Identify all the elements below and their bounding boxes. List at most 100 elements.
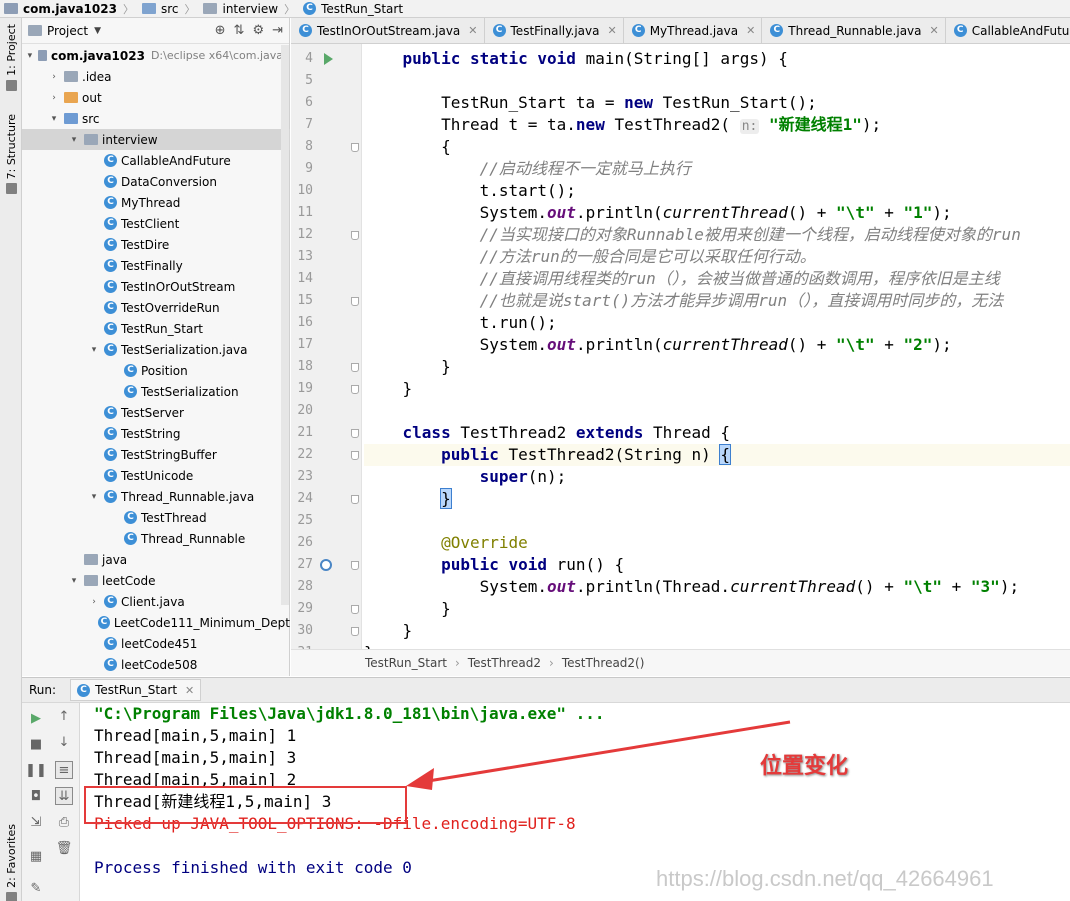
close-icon[interactable]: ✕ (746, 24, 755, 37)
fold-marker-icon[interactable] (351, 627, 359, 636)
tree-item[interactable]: C Thread_Runnable (22, 528, 290, 549)
close-icon[interactable]: ✕ (185, 684, 194, 697)
fold-marker-icon[interactable] (351, 605, 359, 614)
breadcrumb-package[interactable]: interview 〉 (199, 0, 299, 18)
fold-marker-icon[interactable] (351, 429, 359, 438)
chevron-down-icon[interactable]: ▾ (68, 576, 80, 586)
tree-item[interactable]: C CallableAndFuture (22, 150, 290, 171)
editor-tab[interactable]: C TestInOrOutStream.java ✕ (291, 18, 485, 43)
project-tool-tab[interactable]: 1: Project (2, 24, 20, 91)
tree-item[interactable]: ▾ C TestSerialization.java (22, 339, 290, 360)
tree-item[interactable]: ▾ C Thread_Runnable.java (22, 486, 290, 507)
layout-icon[interactable]: ▦ (27, 847, 45, 865)
structure-tool-tab[interactable]: 7: Structure (2, 114, 20, 195)
run-config-tab[interactable]: C TestRun_Start ✕ (70, 679, 202, 701)
tree-item[interactable]: C TestClient (22, 213, 290, 234)
tree-item[interactable]: C LeetCode111_Minimum_Dept (22, 612, 290, 633)
chevron-down-icon[interactable]: ▾ (88, 492, 100, 502)
close-icon[interactable]: ✕ (607, 24, 616, 37)
tree-item[interactable]: java (22, 549, 290, 570)
stop-icon[interactable]: ■ (27, 735, 45, 753)
tree-item[interactable]: C TestDire (22, 234, 290, 255)
editor-tab[interactable]: C TestFinally.java ✕ (485, 18, 624, 43)
tree-item[interactable]: C TestString (22, 423, 290, 444)
close-icon[interactable]: ✕ (930, 24, 939, 37)
chevron-down-icon[interactable]: ▾ (26, 51, 34, 61)
editor-breadcrumb-item[interactable]: TestThread2() (562, 656, 645, 670)
favorites-tool-tab[interactable]: 2: Favorites (2, 824, 20, 901)
code-line: //当实现接口的对象Runnable被用来创建一个线程，启动线程使对象的run (364, 225, 1021, 244)
trash-icon[interactable]: 🗑 (55, 839, 73, 857)
tree-item[interactable]: ▾ src (22, 108, 290, 129)
camera-dump-icon[interactable]: ◘ (27, 787, 45, 805)
code-editor[interactable]: public static void main(String[] args) {… (364, 44, 1070, 649)
editor-tab[interactable]: C Thread_Runnable.java ✕ (762, 18, 946, 43)
chevron-down-icon[interactable]: ▼ (94, 26, 101, 36)
override-method-icon[interactable] (320, 559, 332, 571)
tree-item[interactable]: C TestFinally (22, 255, 290, 276)
run-play-icon[interactable] (324, 53, 333, 65)
collapse-split-icon[interactable]: ⇅ (234, 23, 245, 38)
tree-item[interactable]: › out (22, 87, 290, 108)
soft-wrap-icon[interactable]: ≡ (55, 761, 73, 779)
chevron-down-icon[interactable]: ▾ (88, 345, 100, 355)
breadcrumb-file[interactable]: C TestRun_Start (299, 0, 407, 18)
close-icon[interactable]: ✕ (468, 24, 477, 37)
fold-marker-icon[interactable] (351, 385, 359, 394)
editor-tab[interactable]: CCallableAndFuture.java✕ (946, 18, 1070, 43)
tree-item[interactable]: CleetCode508 (22, 654, 290, 675)
tree-item[interactable]: ▾ com.java1023 D:\eclipse x64\com.java1 (22, 45, 290, 66)
print-icon[interactable]: ⎙ (55, 813, 73, 831)
scroll-to-end-icon[interactable]: ⇊ (55, 787, 73, 805)
fold-marker-icon[interactable] (351, 231, 359, 240)
fold-marker-icon[interactable] (351, 451, 359, 460)
project-view-selector[interactable]: Project (47, 24, 88, 38)
editor-tab[interactable]: C MyThread.java ✕ (624, 18, 763, 43)
tree-item[interactable]: C TestStringBuffer (22, 444, 290, 465)
fold-marker-icon[interactable] (351, 297, 359, 306)
tree-item[interactable]: C DataConversion (22, 171, 290, 192)
tree-item[interactable]: › .idea (22, 66, 290, 87)
chevron-right-icon[interactable]: › (48, 93, 60, 103)
chevron-right-icon[interactable]: › (88, 597, 100, 607)
rerun-play-icon[interactable]: ▶ (27, 709, 45, 727)
chevron-down-icon[interactable]: ▾ (48, 114, 60, 124)
hide-panel-icon[interactable]: ⇥ (272, 23, 283, 38)
code-line: System.out.println(Thread.currentThread(… (364, 577, 1020, 596)
pause-icon[interactable]: ❚❚ (25, 761, 47, 779)
tree-item[interactable]: C TestSerialization (22, 381, 290, 402)
tree-item[interactable]: C Position (22, 360, 290, 381)
pin-icon[interactable]: ✎ (27, 879, 45, 897)
tree-item[interactable]: C TestServer (22, 402, 290, 423)
chevron-down-icon[interactable]: ▾ (68, 135, 80, 145)
fold-marker-icon[interactable] (351, 143, 359, 152)
editor-breadcrumb-item[interactable]: TestRun_Start (365, 656, 447, 670)
package-icon (84, 134, 98, 145)
tree-item[interactable]: C MyThread (22, 192, 290, 213)
tree-item[interactable]: › C Client.java (22, 591, 290, 612)
source-folder-icon (141, 3, 156, 14)
project-tree-scrollbar[interactable] (281, 45, 289, 605)
breadcrumb-project[interactable]: com.java1023 〉 (0, 0, 138, 18)
tree-item[interactable]: C TestOverrideRun (22, 297, 290, 318)
tree-item[interactable]: C TestThread (22, 507, 290, 528)
tree-item[interactable]: C TestInOrOutStream (22, 276, 290, 297)
fold-marker-icon[interactable] (351, 363, 359, 372)
locate-target-icon[interactable]: ⊕ (215, 23, 226, 38)
login-exit-icon[interactable]: ⇲ (27, 813, 45, 831)
tree-item[interactable]: ▾ leetCode (22, 570, 290, 591)
fold-marker-icon[interactable] (351, 561, 359, 570)
tree-item[interactable]: ▾ interview (22, 129, 290, 150)
fold-marker-icon[interactable] (351, 495, 359, 504)
chevron-right-icon[interactable]: › (48, 72, 60, 82)
tree-item-label: TestStringBuffer (121, 447, 217, 462)
breadcrumb-src[interactable]: src 〉 (138, 0, 200, 18)
editor-breadcrumb-item[interactable]: TestThread2 (468, 656, 541, 670)
scroll-up-arrow-icon[interactable]: ↑ (55, 707, 73, 725)
tree-item[interactable]: C TestRun_Start (22, 318, 290, 339)
gear-icon[interactable]: ⚙ (252, 23, 264, 38)
line-number: 24 (297, 491, 313, 506)
tree-item[interactable]: CleetCode451 (22, 633, 290, 654)
tree-item[interactable]: C TestUnicode (22, 465, 290, 486)
scroll-down-arrow-icon[interactable]: ↓ (55, 733, 73, 751)
